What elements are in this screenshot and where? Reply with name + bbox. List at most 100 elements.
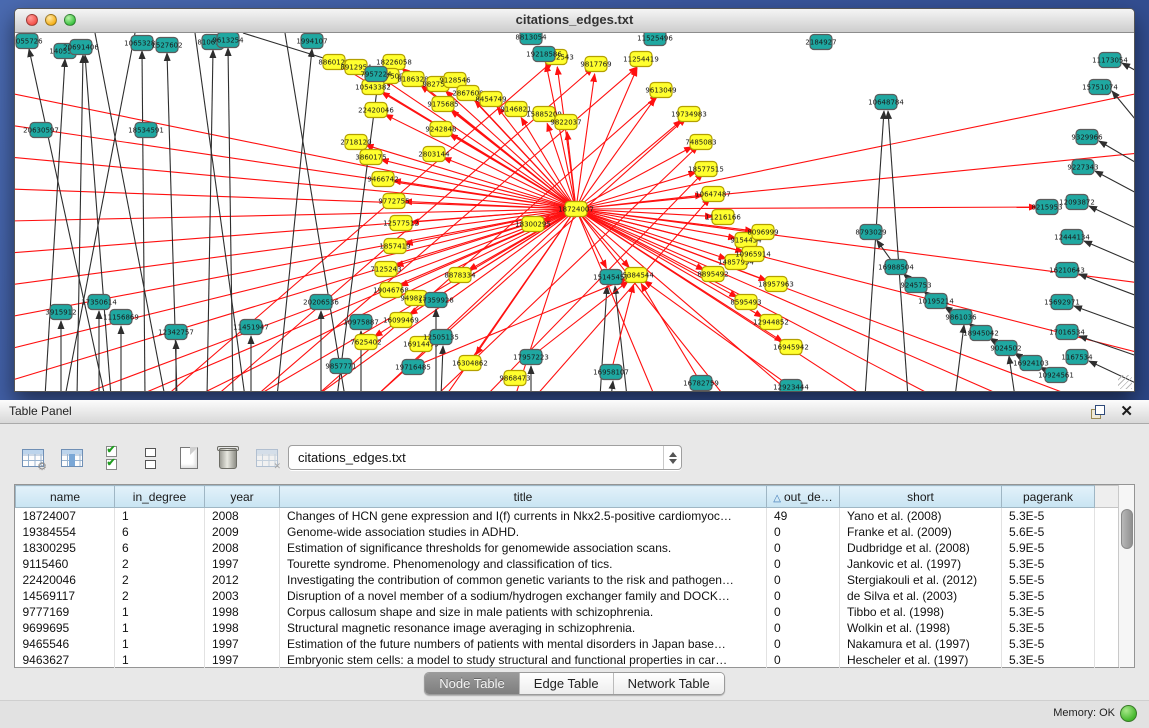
unselect-all-columns-button[interactable]	[137, 445, 163, 471]
table-row[interactable]: 969969511998Structural magnetic resonanc…	[16, 620, 1120, 636]
table-cell[interactable]: Estimation of significance thresholds fo…	[280, 540, 767, 556]
float-panel-icon[interactable]	[1091, 405, 1105, 419]
column-header-title[interactable]: title	[280, 486, 767, 508]
table-cell[interactable]: Dudbridge et al. (2008)	[840, 540, 1002, 556]
table-cell[interactable]: Estimation of the future numbers of pati…	[280, 636, 767, 652]
create-column-button[interactable]	[176, 445, 202, 471]
table-cell[interactable]: 18724007	[16, 508, 115, 525]
table-cell[interactable]: Embryonic stem cells: a model to study s…	[280, 652, 767, 668]
table-row[interactable]: 911546021997Tourette syndrome. Phenomeno…	[16, 556, 1120, 572]
table-cell[interactable]: 5.3E-5	[1002, 652, 1095, 668]
table-row[interactable]: 946362711997Embryonic stem cells: a mode…	[16, 652, 1120, 668]
show-columns-button[interactable]	[59, 445, 85, 471]
table-cell[interactable]: Wolkin et al. (1998)	[840, 620, 1002, 636]
close-window-button[interactable]	[26, 14, 38, 26]
table-cell[interactable]: 0	[767, 540, 840, 556]
table-cell[interactable]: 1997	[205, 556, 280, 572]
table-cell[interactable]: 18300295	[16, 540, 115, 556]
table-cell[interactable]: 1	[115, 620, 205, 636]
table-cell[interactable]: 9115460	[16, 556, 115, 572]
table-cell[interactable]: Structural magnetic resonance image aver…	[280, 620, 767, 636]
table-cell[interactable]: 9463627	[16, 652, 115, 668]
table-cell[interactable]: 0	[767, 652, 840, 668]
tab-node-table[interactable]: Node Table	[425, 673, 520, 694]
delete-column-button[interactable]	[215, 445, 241, 471]
table-row[interactable]: 1872400712008Changes of HCN gene express…	[16, 508, 1120, 525]
table-row[interactable]: 2242004622012Investigating the contribut…	[16, 572, 1120, 588]
table-cell[interactable]: Hescheler et al. (1997)	[840, 652, 1002, 668]
select-all-columns-button[interactable]	[98, 445, 124, 471]
table-cell[interactable]: 49	[767, 508, 840, 525]
table-cell[interactable]: 0	[767, 604, 840, 620]
table-cell[interactable]: Investigating the contribution of common…	[280, 572, 767, 588]
table-options-button[interactable]: ⚙	[20, 445, 46, 471]
table-cell[interactable]: 5.3E-5	[1002, 556, 1095, 572]
table-cell[interactable]: 19384554	[16, 524, 115, 540]
network-graph[interactable]: 1872400788601238912954182260589827509105…	[15, 33, 1134, 391]
table-cell[interactable]: Corpus callosum shape and size in male p…	[280, 604, 767, 620]
table-cell[interactable]: 2008	[205, 540, 280, 556]
table-cell[interactable]: 5.6E-5	[1002, 524, 1095, 540]
table-row[interactable]: 1830029562008Estimation of significance …	[16, 540, 1120, 556]
tab-network-table[interactable]: Network Table	[614, 673, 724, 694]
table-cell[interactable]: 5.3E-5	[1002, 636, 1095, 652]
table-cell[interactable]: Stergiakouli et al. (2012)	[840, 572, 1002, 588]
table-cell[interactable]: 1998	[205, 620, 280, 636]
table-cell[interactable]: 6	[115, 540, 205, 556]
table-cell[interactable]: 1997	[205, 652, 280, 668]
column-header-pagerank[interactable]: pagerank	[1002, 486, 1095, 508]
table-cell[interactable]: 0	[767, 636, 840, 652]
table-selector-dropdown[interactable]: citations_edges.txt	[288, 445, 682, 470]
table-cell[interactable]: 6	[115, 524, 205, 540]
network-window-titlebar[interactable]: citations_edges.txt	[15, 9, 1134, 33]
table-cell[interactable]: 1998	[205, 604, 280, 620]
table-cell[interactable]: Tibbo et al. (1998)	[840, 604, 1002, 620]
table-cell[interactable]: Nakamura et al. (1997)	[840, 636, 1002, 652]
minimize-window-button[interactable]	[45, 14, 57, 26]
column-header-year[interactable]: year	[205, 486, 280, 508]
column-header-name[interactable]: name	[16, 486, 115, 508]
table-cell[interactable]: 5.3E-5	[1002, 604, 1095, 620]
table-cell[interactable]: Franke et al. (2009)	[840, 524, 1002, 540]
table-cell[interactable]: 5.3E-5	[1002, 620, 1095, 636]
table-cell[interactable]: Changes of HCN gene expression and I(f) …	[280, 508, 767, 525]
tab-edge-table[interactable]: Edge Table	[520, 673, 614, 694]
table-cell[interactable]: 9777169	[16, 604, 115, 620]
table-cell[interactable]: 0	[767, 620, 840, 636]
table-cell[interactable]: Jankovic et al. (1997)	[840, 556, 1002, 572]
table-cell[interactable]: 1	[115, 604, 205, 620]
table-cell[interactable]: 9465546	[16, 636, 115, 652]
vertical-scrollbar[interactable]	[1118, 485, 1134, 667]
table-cell[interactable]: 1	[115, 636, 205, 652]
table-cell[interactable]: 2008	[205, 508, 280, 525]
table-cell[interactable]: 9699695	[16, 620, 115, 636]
table-cell[interactable]: 1	[115, 652, 205, 668]
zoom-window-button[interactable]	[64, 14, 76, 26]
table-row[interactable]: 977716911998Corpus callosum shape and si…	[16, 604, 1120, 620]
table-cell[interactable]: 1997	[205, 636, 280, 652]
column-header-out_de[interactable]: △out_de…	[767, 486, 840, 508]
table-cell[interactable]: Disruption of a novel member of a sodium…	[280, 588, 767, 604]
network-canvas[interactable]: 1872400788601238912954182260589827509105…	[15, 33, 1134, 391]
table-cell[interactable]: 5.3E-5	[1002, 588, 1095, 604]
table-cell[interactable]: 0	[767, 588, 840, 604]
table-cell[interactable]: 5.3E-5	[1002, 508, 1095, 525]
table-row[interactable]: 1456911722003Disruption of a novel membe…	[16, 588, 1120, 604]
column-header-short[interactable]: short	[840, 486, 1002, 508]
table-cell[interactable]: 0	[767, 524, 840, 540]
table-cell[interactable]: 2	[115, 588, 205, 604]
table-cell[interactable]: 2	[115, 556, 205, 572]
table-cell[interactable]: 5.9E-5	[1002, 540, 1095, 556]
table-cell[interactable]: 0	[767, 572, 840, 588]
table-cell[interactable]: 2012	[205, 572, 280, 588]
table-cell[interactable]: 14569117	[16, 588, 115, 604]
table-cell[interactable]: 2	[115, 572, 205, 588]
close-panel-icon[interactable]: ✕	[1120, 402, 1133, 420]
table-cell[interactable]: Yano et al. (2008)	[840, 508, 1002, 525]
table-cell[interactable]: 0	[767, 556, 840, 572]
table-cell[interactable]: 5.5E-5	[1002, 572, 1095, 588]
scrollbar-thumb[interactable]	[1121, 509, 1133, 549]
table-cell[interactable]: 2009	[205, 524, 280, 540]
network-window[interactable]: citations_edges.txt 18724007886012389129…	[14, 8, 1135, 392]
column-header-in_degree[interactable]: in_degree	[115, 486, 205, 508]
